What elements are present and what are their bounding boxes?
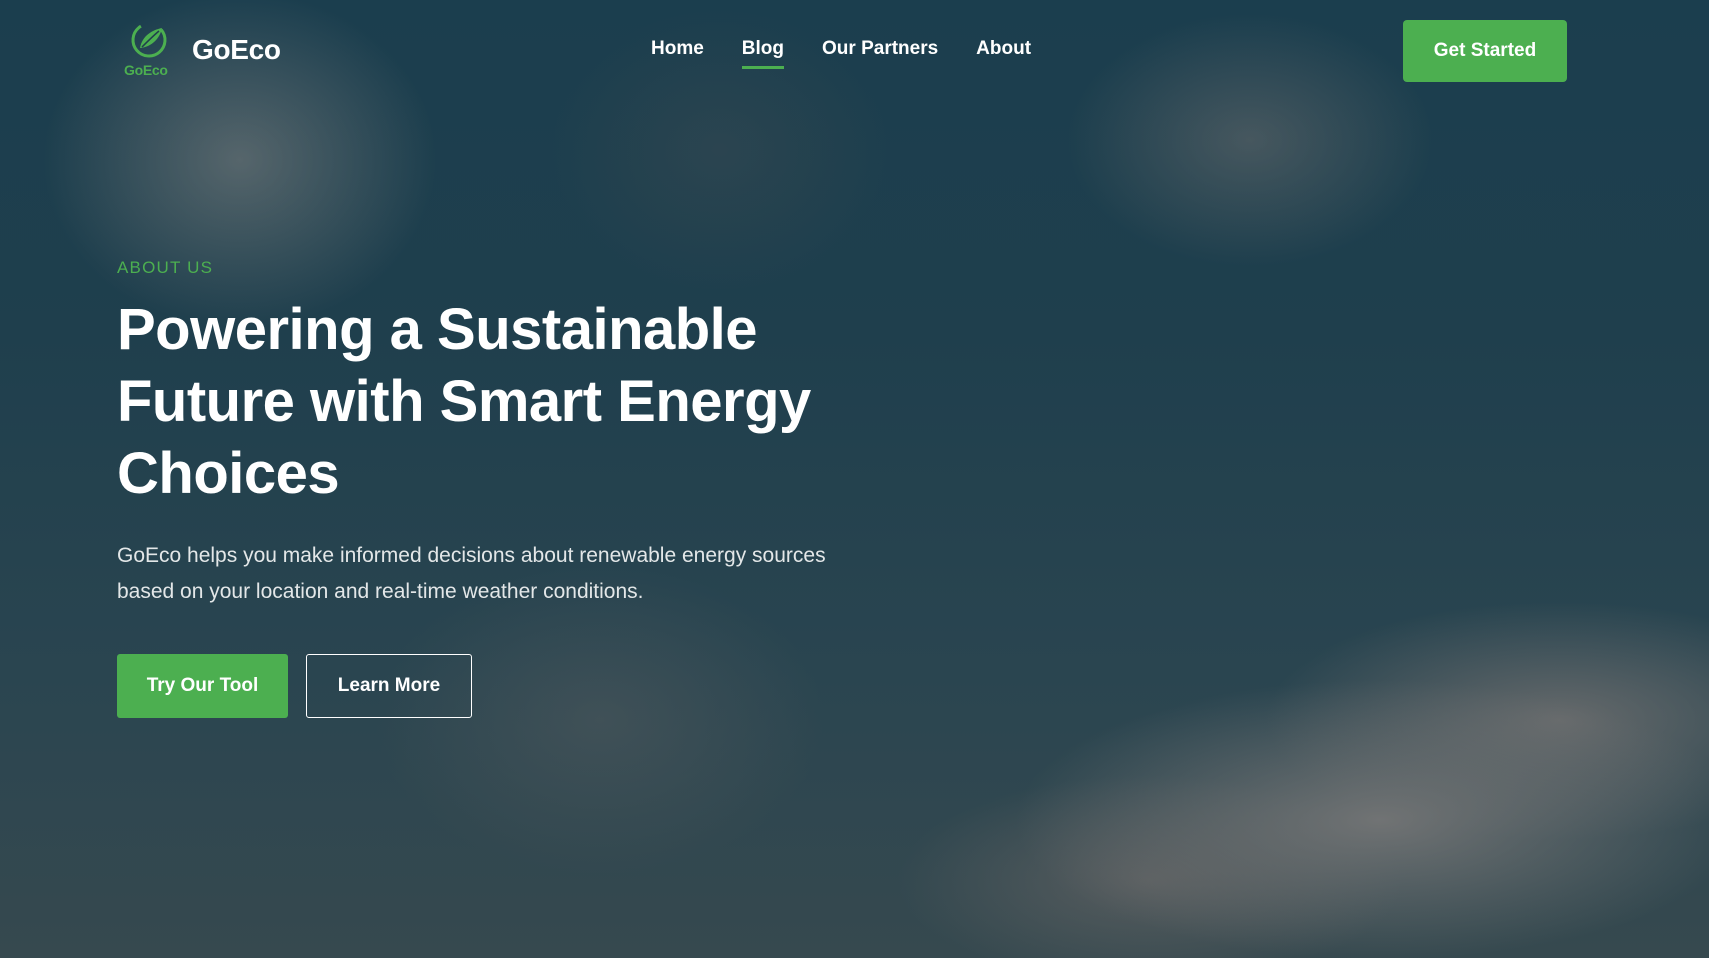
hero-description: GoEco helps you make informed decisions … xyxy=(117,544,826,603)
section-eyebrow: ABOUT US xyxy=(117,258,214,277)
logo-wordmark: GoEco xyxy=(124,62,168,78)
hero-section: ABOUT US Powering a Sustainable Future w… xyxy=(117,258,917,718)
hero-cta-row: Try Our Tool Learn More xyxy=(117,654,917,718)
leaf-circle-icon: GoEco xyxy=(124,20,172,80)
try-our-tool-button[interactable]: Try Our Tool xyxy=(117,654,288,718)
nav-item-blog[interactable]: Blog xyxy=(741,38,785,69)
get-started-button[interactable]: Get Started xyxy=(1403,20,1567,82)
brand-logo[interactable]: GoEco GoEco xyxy=(124,20,281,80)
hero-title-line-1: Powering a Sustainable xyxy=(117,297,758,362)
hero-title-line-3: Choices xyxy=(117,441,340,506)
nav-item-about[interactable]: About xyxy=(976,38,1031,69)
brand-name: GoEco xyxy=(192,34,281,65)
nav-item-our-partners[interactable]: Our Partners xyxy=(822,38,938,69)
main-nav: Home Blog Our Partners About xyxy=(651,38,1069,69)
top-navbar: GoEco GoEco Home Blog Our Partners About… xyxy=(0,0,1709,104)
hero-title-line-2: Future with Smart Energy xyxy=(117,369,811,434)
nav-item-home[interactable]: Home xyxy=(651,38,704,69)
learn-more-button[interactable]: Learn More xyxy=(306,654,472,718)
hero-title: Powering a Sustainable Future with Smart… xyxy=(117,294,917,510)
